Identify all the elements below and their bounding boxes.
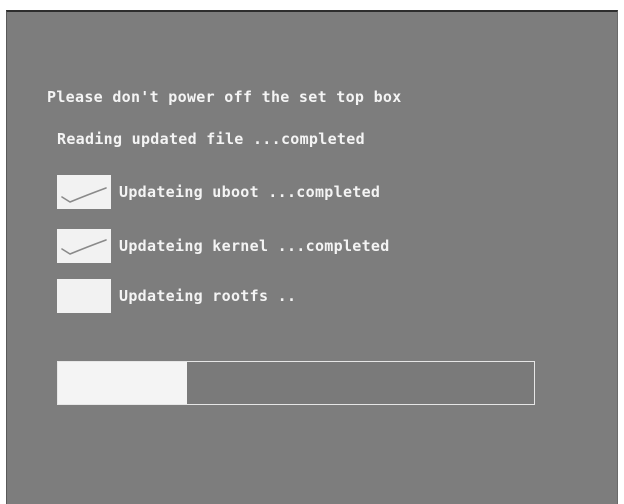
power-warning-text: Please don't power off the set top box [47,88,402,106]
kernel-status-checkbox [57,229,111,263]
checkmark-icon [61,187,107,203]
step-rootfs: Updateing rootfs .. [57,278,296,314]
step-uboot: Updateing uboot ...completed [57,174,380,210]
update-progress-bar [57,361,535,405]
reading-file-status: Reading updated file ...completed [57,130,365,148]
step-rootfs-label: Updateing rootfs .. [119,287,297,305]
step-kernel: Updateing kernel ...completed [57,228,390,264]
checkmark-icon [61,239,107,255]
uboot-status-checkbox [57,175,111,209]
step-kernel-label: Updateing kernel ...completed [119,237,390,255]
update-screen: Please don't power off the set top box R… [6,10,618,504]
step-uboot-label: Updateing uboot ...completed [119,183,381,201]
rootfs-status-checkbox [57,279,111,313]
update-progress-fill [58,362,187,404]
